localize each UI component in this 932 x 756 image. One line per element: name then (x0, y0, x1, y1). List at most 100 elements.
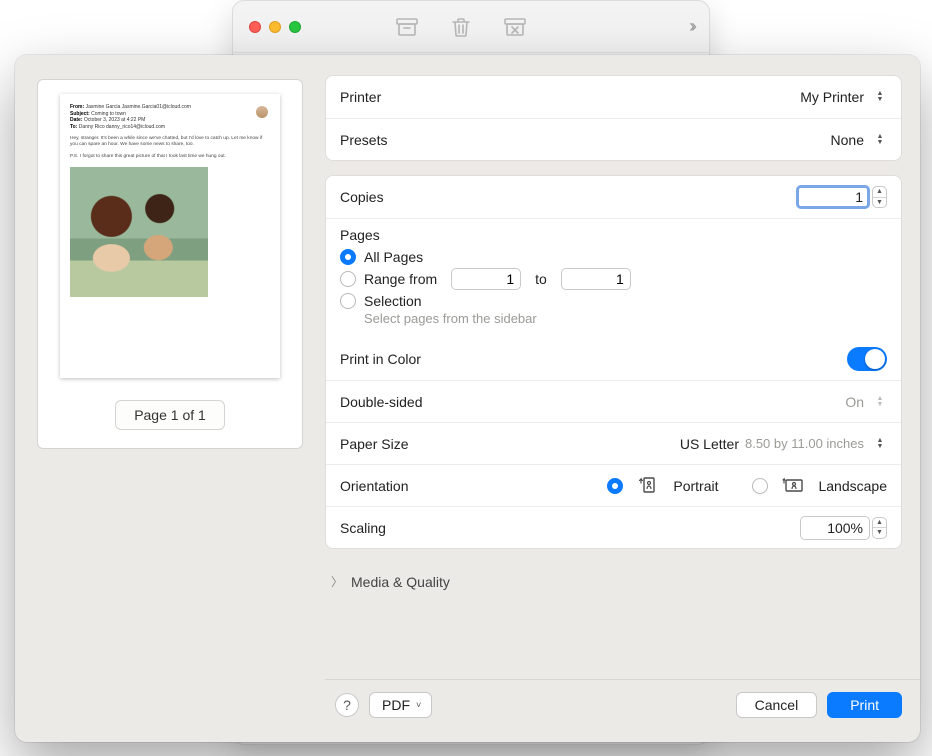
date-value: October 3, 2023 at 4:22 PM (84, 117, 145, 123)
stepper-down-icon: ▼ (873, 198, 886, 208)
chevron-down-icon: ˅ (416, 700, 421, 710)
trash-icon (447, 16, 475, 38)
media-quality-disclosure[interactable]: 〉 Media & Quality (325, 563, 902, 592)
junk-icon (501, 16, 529, 38)
orientation-portrait-radio[interactable] (607, 478, 623, 494)
printer-presets-group: Printer My Printer ▲▼ Presets None ▲▼ (325, 75, 902, 161)
close-window-icon[interactable] (249, 21, 261, 33)
pages-all-radio[interactable] (340, 249, 356, 265)
print-in-color-label: Print in Color (340, 351, 421, 367)
orientation-landscape-radio[interactable] (752, 478, 768, 494)
popup-arrows-icon: ▲▼ (873, 436, 887, 452)
from-label: From: (70, 104, 84, 110)
pages-range-prefix: Range from (364, 271, 437, 287)
minimize-window-icon[interactable] (269, 21, 281, 33)
pages-label: Pages (340, 227, 887, 243)
preview-pane: From: Jasmine Garcia Jasmine.Garcia01@ic… (15, 55, 325, 742)
range-to-input[interactable] (561, 268, 631, 290)
cancel-button-label: Cancel (755, 697, 799, 713)
double-sided-value-text: On (845, 394, 864, 410)
orientation-row: Orientation Portrait Landscape (326, 464, 901, 506)
pages-selection-radio[interactable] (340, 293, 356, 309)
orientation-label: Orientation (340, 478, 408, 494)
copies-stepper[interactable]: ▲▼ (872, 186, 887, 208)
range-from-input[interactable] (451, 268, 521, 290)
avatar-icon (256, 106, 268, 118)
printer-label: Printer (340, 89, 381, 105)
presets-label: Presets (340, 132, 387, 148)
pages-all-label: All Pages (364, 249, 423, 265)
cancel-button[interactable]: Cancel (736, 692, 818, 718)
background-toolbar (393, 16, 529, 38)
pages-range-to-label: to (535, 271, 547, 287)
page-indicator: Page 1 of 1 (115, 400, 225, 430)
presets-value-text: None (831, 132, 864, 148)
pages-all-row: All Pages (340, 249, 887, 265)
email-body-1: Hey, stranger. It's been a while since w… (70, 136, 270, 148)
double-sided-row[interactable]: Double-sided On ▲▼ (326, 380, 901, 422)
chevron-right-icon: 〉 (331, 573, 343, 590)
page-thumbnail[interactable]: From: Jasmine Garcia Jasmine.Garcia01@ic… (60, 94, 280, 378)
popup-arrows-icon: ▲▼ (873, 132, 887, 148)
printer-value-text: My Printer (800, 89, 864, 105)
printer-row[interactable]: Printer My Printer ▲▼ (326, 76, 901, 118)
preview-box: From: Jasmine Garcia Jasmine.Garcia01@ic… (37, 79, 303, 449)
email-body-2: P.S. I forgot to share this great pictur… (70, 154, 270, 160)
zoom-window-icon[interactable] (289, 21, 301, 33)
stepper-down-icon: ▼ (873, 528, 886, 538)
pages-range-radio[interactable] (340, 271, 356, 287)
paper-size-value-text: US Letter (680, 436, 739, 452)
popup-arrows-icon: ▲▼ (873, 89, 887, 105)
dialog-footer: ? PDF ˅ Cancel Print (325, 679, 920, 730)
orientation-portrait-label: Portrait (673, 478, 718, 494)
scaling-label: Scaling (340, 520, 386, 536)
email-photo (70, 167, 208, 297)
paper-size-detail: 8.50 by 11.00 inches (745, 436, 864, 451)
paper-size-row[interactable]: Paper Size US Letter 8.50 by 11.00 inche… (326, 422, 901, 464)
presets-row[interactable]: Presets None ▲▼ (326, 118, 901, 160)
date-label: Date: (70, 117, 83, 123)
copies-input[interactable] (796, 185, 870, 209)
subject-value: Coming to town (91, 111, 126, 117)
scaling-row: Scaling ▲▼ (326, 506, 901, 548)
settings-pane: Printer My Printer ▲▼ Presets None ▲▼ (325, 55, 920, 742)
overflow-chevrons-icon: ›› (689, 16, 693, 37)
pages-block: Pages All Pages Range from to Se (326, 218, 901, 338)
double-sided-value: On ▲▼ (845, 394, 887, 410)
presets-value: None ▲▼ (831, 132, 887, 148)
print-options-group: Copies ▲▼ Pages All Pages Range from (325, 175, 902, 549)
print-dialog: From: Jasmine Garcia Jasmine.Garcia01@ic… (15, 55, 920, 742)
printer-value: My Printer ▲▼ (800, 89, 887, 105)
print-button[interactable]: Print (827, 692, 902, 718)
media-quality-label: Media & Quality (351, 574, 450, 590)
subject-label: Subject: (70, 111, 90, 117)
pdf-button-label: PDF (382, 697, 410, 713)
pages-selection-hint: Select pages from the sidebar (364, 311, 887, 326)
paper-size-label: Paper Size (340, 436, 408, 452)
print-in-color-toggle[interactable] (847, 347, 887, 371)
print-in-color-row: Print in Color (326, 338, 901, 380)
copies-row: Copies ▲▼ (326, 176, 901, 218)
to-label: To: (70, 124, 77, 130)
scaling-stepper[interactable]: ▲▼ (872, 517, 887, 539)
portrait-icon (637, 477, 659, 495)
archive-icon (393, 16, 421, 38)
traffic-lights (249, 21, 301, 33)
pages-range-row: Range from to (340, 268, 887, 290)
background-titlebar: ›› (233, 1, 709, 53)
landscape-icon (782, 477, 804, 495)
pages-selection-label: Selection (364, 293, 422, 309)
from-value: Jasmine Garcia Jasmine.Garcia01@icloud.c… (86, 104, 191, 110)
stepper-up-icon: ▲ (873, 187, 886, 198)
orientation-landscape-label: Landscape (818, 478, 887, 494)
copies-label: Copies (340, 189, 384, 205)
pdf-dropdown-button[interactable]: PDF ˅ (369, 692, 432, 718)
paper-size-value: US Letter 8.50 by 11.00 inches ▲▼ (680, 436, 887, 452)
help-button[interactable]: ? (335, 693, 359, 717)
scaling-input[interactable] (800, 516, 870, 540)
pages-selection-row: Selection (340, 293, 887, 309)
double-sided-label: Double-sided (340, 394, 423, 410)
to-value: Danny Rico danny_rico14@icloud.com (79, 124, 165, 130)
popup-arrows-icon: ▲▼ (873, 394, 887, 410)
stepper-up-icon: ▲ (873, 518, 886, 529)
